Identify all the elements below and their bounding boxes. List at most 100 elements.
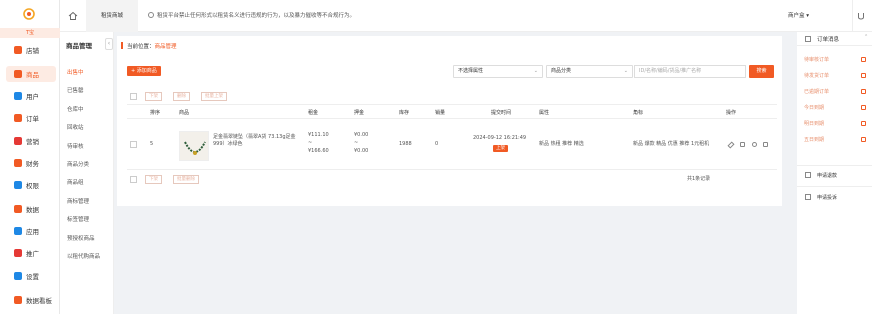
col-deposit: 押金 <box>354 110 365 116</box>
row-tags: 新品 爆款 精品 优惠 推荐 1元租机 <box>633 141 710 147</box>
submenu-item-5[interactable]: 待审核 <box>67 142 84 150</box>
sidebar-item-4[interactable]: 订单 <box>6 110 56 126</box>
tab-rental-mall[interactable]: 租赁商城 <box>86 0 138 32</box>
batch-online-button[interactable]: 批量上架 <box>201 92 227 101</box>
sidebar-item-3[interactable]: 用户 <box>6 88 56 104</box>
submenu-item-11[interactable]: 以租代购商品 <box>67 252 100 260</box>
sidebar-item-8[interactable]: 数据 <box>6 201 56 217</box>
order-message-item-1[interactable]: 待审核订单 <box>804 56 829 63</box>
submenu-item-9[interactable]: 标签管理 <box>67 215 89 223</box>
main-content: 当前位置：商品管理 + 添加商品 不选择属性 ⌄ 商品分类 ⌄ ID/名称/编码/货… <box>117 36 782 206</box>
copy-icon[interactable] <box>763 142 768 147</box>
submenu-item-1[interactable]: 出售中 <box>67 68 84 76</box>
top-bar: 租赁商城 租赁平台禁止任何形式以租赁名义进行违规的行为，以及暴力催收等不合规行为… <box>60 0 872 32</box>
order-message-item-4[interactable]: 今日到期 <box>804 104 824 111</box>
select-all-checkbox[interactable] <box>130 93 137 100</box>
col-rent: 租金 <box>308 110 319 116</box>
shop-selector[interactable]: 商户盒 ▾ <box>788 11 809 19</box>
row-sort: 5 <box>150 141 154 147</box>
select-all-checkbox-bottom[interactable] <box>130 176 137 183</box>
right-panel: 订单消息 ⌃ 待审核订单 待发货订单 已逾期订单 今日到期 明日到期 五日到期 申请退款 … <box>797 32 872 314</box>
row-sales: 0 <box>435 141 439 147</box>
attribute-filter-select[interactable]: 不选择属性 ⌄ <box>453 65 543 78</box>
submenu-title: 商品管理 <box>66 42 92 50</box>
submenu-item-10[interactable]: 预授权商品 <box>67 234 95 242</box>
right-panel-title: 订单消息 <box>817 37 840 43</box>
finance-icon <box>14 159 22 167</box>
product-name[interactable]: 足金翡翠链坠（翡翠A货 73.13g足金999）冰绿色 <box>213 134 303 148</box>
permission-icon <box>14 181 22 189</box>
sidebar-item-11[interactable]: 设置 <box>6 268 56 284</box>
delete-icon[interactable] <box>740 142 745 147</box>
submenu-item-2[interactable]: 已售罄 <box>67 86 84 94</box>
dashboard-icon <box>14 296 22 304</box>
breadcrumb-prefix: 当前位置： <box>127 44 155 50</box>
refund-link[interactable]: 申请退款 <box>817 172 837 179</box>
necklace-image <box>184 141 206 155</box>
message-icon[interactable] <box>857 11 865 20</box>
bottom-offline-button[interactable]: 下架 <box>145 175 162 184</box>
search-button[interactable]: 搜索 <box>749 65 774 78</box>
row-stock: 1988 <box>399 141 412 147</box>
complaint-link[interactable]: 申请投诉 <box>817 194 837 201</box>
user-icon <box>14 92 22 100</box>
breadcrumb-marker <box>121 42 123 49</box>
search-input[interactable]: ID/名称/编码/货品/推广名称 <box>634 65 746 78</box>
add-product-button[interactable]: + 添加商品 <box>127 66 161 76</box>
right-divider <box>797 165 872 166</box>
sidebar-item-label: 店铺 <box>26 47 39 55</box>
order-message-item-3[interactable]: 已逾期订单 <box>804 88 829 95</box>
sidebar-item-5[interactable]: 营销 <box>6 133 56 149</box>
col-actions: 操作 <box>726 110 737 116</box>
settings-icon <box>14 272 22 280</box>
chevron-down-icon: ⌄ <box>533 68 538 74</box>
col-stock: 库存 <box>399 110 410 116</box>
topbar-divider <box>852 0 853 32</box>
collapse-icon[interactable]: ⌃ <box>864 34 868 40</box>
sidebar-mini-label: T宝 <box>0 28 60 38</box>
sidebar-item-7[interactable]: 权限 <box>6 177 56 193</box>
store-icon <box>14 46 22 54</box>
batch-offline-button[interactable]: 下架 <box>145 92 162 101</box>
edit-icon[interactable] <box>727 141 735 149</box>
order-message-indicator <box>861 57 866 62</box>
order-icon <box>14 114 22 122</box>
order-message-item-5[interactable]: 明日到期 <box>804 120 824 127</box>
refund-icon <box>805 172 811 178</box>
sidebar-item-1[interactable]: 店铺 <box>6 42 56 58</box>
sidebar-item-label: 订单 <box>26 115 39 123</box>
collapse-submenu-button[interactable]: ‹ <box>105 38 113 50</box>
submenu-item-8[interactable]: 商标管理 <box>67 197 89 205</box>
status-badge[interactable]: 上架 <box>493 145 508 152</box>
submenu-item-3[interactable]: 仓库中 <box>67 105 84 113</box>
breadcrumb: 当前位置：商品管理 <box>121 42 177 50</box>
sidebar-item-label: 数据 <box>26 206 39 214</box>
home-icon[interactable] <box>68 11 78 21</box>
sidebar-item-2[interactable]: 商品 <box>6 66 56 82</box>
order-message-indicator <box>861 73 866 78</box>
breadcrumb-current[interactable]: 商品管理 <box>155 44 177 50</box>
product-image[interactable] <box>179 131 209 161</box>
sidebar-item-6[interactable]: 财务 <box>6 155 56 171</box>
submenu-item-7[interactable]: 商品组 <box>67 178 84 186</box>
settings-icon[interactable] <box>752 142 757 147</box>
category-filter-select[interactable]: 商品分类 ⌄ <box>546 65 633 78</box>
submenu-item-4[interactable]: 回收站 <box>67 123 84 131</box>
sidebar-item-9[interactable]: 应用 <box>6 223 56 239</box>
rent-separator: ~ <box>308 140 313 146</box>
attribute-filter-value: 不选择属性 <box>458 68 484 74</box>
order-message-item-2[interactable]: 待发货订单 <box>804 72 829 79</box>
logo-icon[interactable] <box>22 7 36 21</box>
sidebar-item-10[interactable]: 推广 <box>6 245 56 261</box>
row-checkbox[interactable] <box>130 141 137 148</box>
sidebar-item-label: 财务 <box>26 160 39 168</box>
order-message-item-6[interactable]: 五日到期 <box>804 136 824 143</box>
bottom-delete-button[interactable]: 批量删除 <box>173 175 199 184</box>
rent-low: ¥166.60 <box>308 148 329 154</box>
order-message-indicator <box>861 105 866 110</box>
sidebar-item-label: 用户 <box>26 93 39 101</box>
submenu-item-6[interactable]: 商品分类 <box>67 160 89 168</box>
col-sort: 排序 <box>150 110 161 116</box>
batch-delete-button[interactable]: 删除 <box>173 92 190 101</box>
sidebar-item-12[interactable]: 数据看板 <box>6 292 56 308</box>
